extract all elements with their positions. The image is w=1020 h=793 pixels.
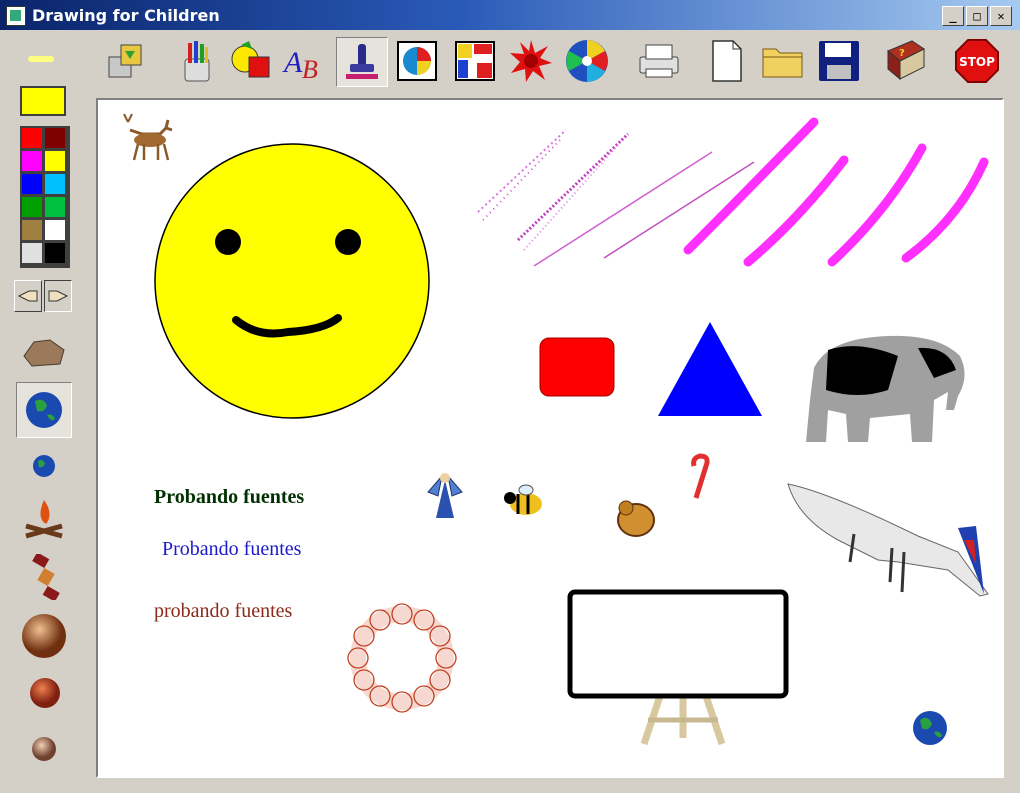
open-folder-icon [762, 48, 803, 78]
planet-stamp-icon [22, 614, 66, 658]
stop-button[interactable]: STOP [952, 37, 1002, 85]
text-tool-icon: A B [282, 46, 318, 84]
blue-triangle [658, 322, 762, 416]
app-window: Drawing for Children _ □ ✕ A B ? STOP Pr… [0, 0, 1020, 793]
left-sidebar [0, 30, 84, 793]
mars-stamp-icon [30, 678, 60, 708]
spray-scribbles [477, 129, 755, 267]
clipart-tool-icon [108, 44, 142, 78]
new-file-icon [712, 40, 742, 82]
palette-swatch[interactable] [22, 243, 42, 263]
rock-stamp-icon [23, 339, 65, 367]
squirrel-stamp [617, 500, 655, 537]
candy-cane-stamp [691, 453, 710, 499]
hand-left-icon [17, 290, 38, 302]
stamp-option[interactable] [20, 612, 68, 660]
stamp-option[interactable] [28, 676, 62, 710]
stamp-tool-button[interactable] [336, 37, 388, 87]
globe-stamp [913, 711, 947, 745]
stop-icon: STOP [955, 39, 999, 83]
app-icon [6, 6, 26, 26]
stamp-option[interactable] [20, 332, 68, 372]
new-file-button[interactable] [702, 37, 752, 85]
hand-right-icon [48, 290, 69, 302]
campfire-stamp-icon [25, 500, 63, 539]
clipart-tool-button[interactable] [100, 37, 150, 85]
red-rounded-rect [539, 337, 615, 397]
palette-swatch[interactable] [22, 128, 42, 148]
palette-swatch[interactable] [45, 197, 65, 217]
text-tool-button[interactable]: A B [280, 37, 330, 85]
pie-fill-tool-button[interactable] [392, 37, 442, 85]
canvas-text-1: Probando fuentes [154, 486, 305, 508]
drawing-canvas[interactable]: Probando fuentes Probando fuentes proban… [96, 98, 1004, 778]
palette-swatch[interactable] [45, 220, 65, 240]
stamp-option[interactable] [30, 452, 58, 480]
palette-swatch[interactable] [22, 197, 42, 217]
spiral-tool-button[interactable] [562, 37, 612, 85]
stamp-option[interactable] [22, 552, 68, 602]
brush-size-indicator[interactable] [16, 46, 68, 72]
stamp-option-selected[interactable] [16, 382, 72, 438]
palette-swatch[interactable] [22, 220, 42, 240]
frames-tool-button[interactable] [450, 37, 500, 85]
current-color-swatch[interactable] [20, 86, 66, 116]
pie-fill-tool-icon [397, 41, 437, 81]
help-book-icon: ? [887, 40, 925, 81]
easel-board [567, 589, 789, 746]
print-icon [639, 44, 679, 78]
title-bar: Drawing for Children _ □ ✕ [0, 0, 1020, 30]
color-palette [20, 126, 70, 268]
svg-text:A: A [282, 46, 303, 79]
scroll-left-button[interactable] [14, 280, 42, 312]
palette-swatch[interactable] [22, 174, 42, 194]
pencils-tool-button[interactable] [172, 37, 222, 85]
bee-stamp [504, 484, 542, 515]
stamp-option[interactable] [20, 496, 68, 544]
print-button[interactable] [634, 37, 684, 85]
minimize-button[interactable]: _ [942, 6, 964, 26]
deer-stamp [123, 113, 173, 161]
toolbar: A B ? STOP [86, 30, 1016, 92]
help-button[interactable]: ? [880, 37, 930, 85]
palette-swatch[interactable] [45, 128, 65, 148]
scroll-right-button[interactable] [44, 280, 72, 312]
maximize-button[interactable]: □ [966, 6, 988, 26]
help-glyph: ? [899, 48, 905, 59]
splash-tool-icon [510, 40, 552, 82]
splash-tool-button[interactable] [506, 37, 556, 85]
small-globe-stamp-icon [33, 455, 55, 477]
spiral-tool-icon [566, 40, 608, 82]
concorde-stamp [787, 483, 989, 597]
brush-strokes [683, 117, 989, 267]
svg-text:B: B [302, 55, 318, 84]
window-title: Drawing for Children [32, 6, 220, 25]
palette-swatch[interactable] [22, 151, 42, 171]
shapes-tool-button[interactable] [226, 37, 276, 85]
angel-stamp [427, 473, 463, 518]
frames-tool-icon [455, 41, 495, 81]
open-folder-button[interactable] [758, 37, 808, 85]
elephant-stamp [806, 335, 965, 442]
palette-swatch[interactable] [45, 151, 65, 171]
save-disk-icon [819, 41, 859, 81]
globe-stamp-icon [26, 392, 62, 428]
canvas-drawing [123, 113, 989, 746]
save-button[interactable] [814, 37, 864, 85]
canvas-text-3: probando fuentes [154, 600, 293, 622]
stop-label: STOP [959, 55, 995, 69]
stamp-option[interactable] [31, 736, 57, 762]
satellite-stamp-icon [32, 552, 60, 602]
stamp-tool-icon [346, 44, 378, 79]
close-button[interactable]: ✕ [990, 6, 1012, 26]
moon-stamp-icon [32, 737, 56, 761]
pencils-tool-icon [184, 41, 210, 82]
shapes-tool-icon [231, 41, 270, 78]
palette-swatch[interactable] [45, 243, 65, 263]
canvas-text-2: Probando fuentes [162, 538, 302, 560]
smiley-face [154, 143, 430, 419]
palette-swatch[interactable] [45, 174, 65, 194]
ring-wreath [347, 603, 457, 713]
